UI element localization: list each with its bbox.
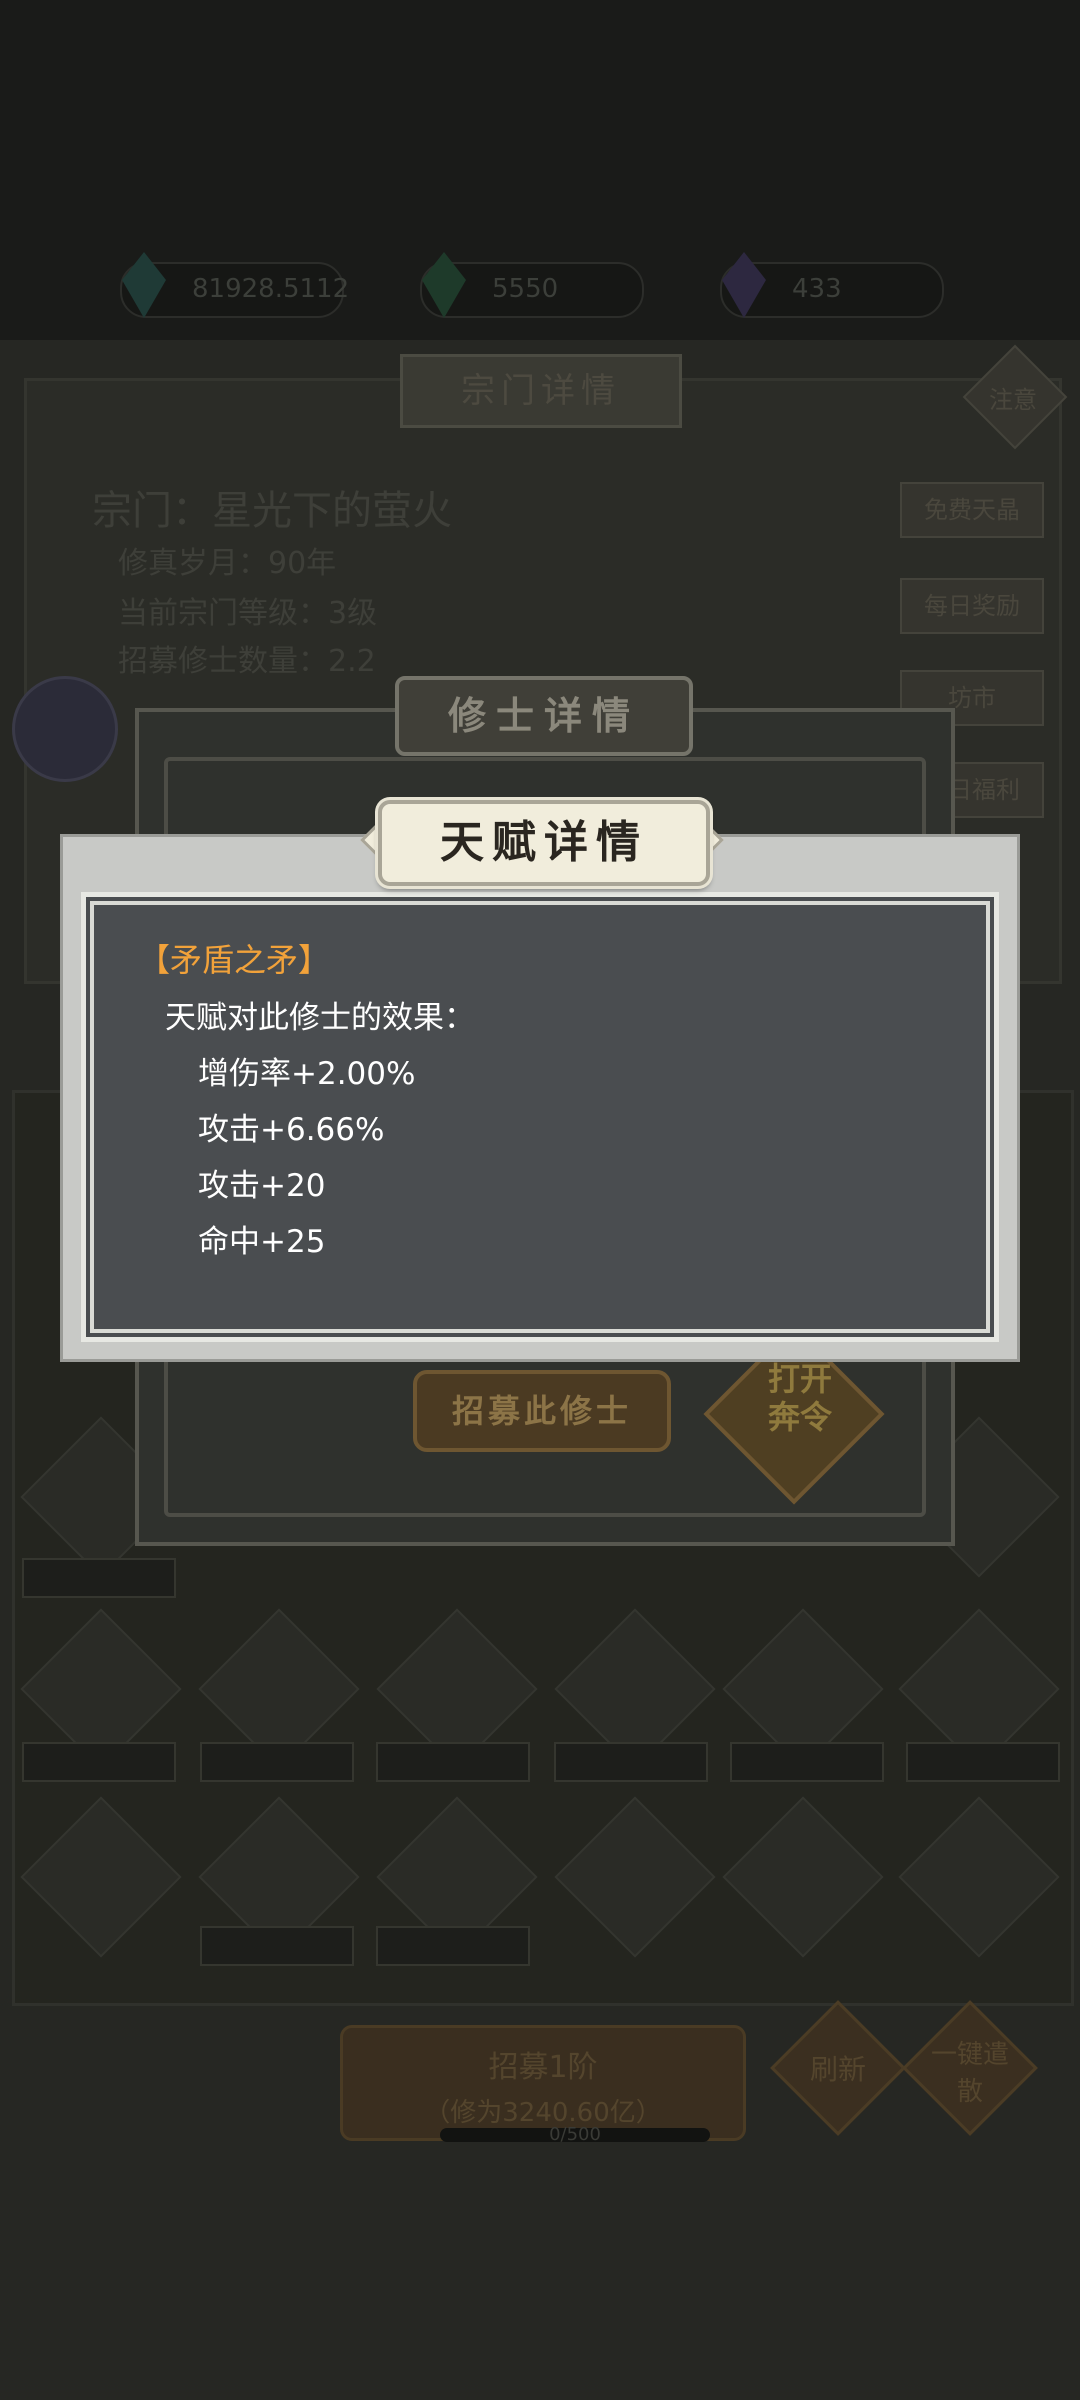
frame-corner (960, 1303, 999, 1342)
dismiss-all-label: 一键遣散 (930, 2040, 1009, 2107)
disciple-name-tag (22, 1742, 176, 1782)
jade-icon (422, 252, 466, 318)
effect-line: 命中+25 (198, 1224, 326, 1260)
effect-line: 增伤率+2.00% (198, 1056, 416, 1092)
disciple-count: 招募修士数量：2.2 (118, 644, 376, 679)
resource-crystal[interactable]: 433 (720, 252, 944, 318)
disciple-name-tag (376, 1742, 530, 1782)
current-level: 当前宗门等级：3级 (118, 596, 378, 631)
fight-button-label: 打开 奔令 (767, 1360, 832, 1436)
effect-header: 天赋对此修士的效果： (165, 1000, 475, 1036)
refresh-label: 刷新 (809, 2053, 866, 2086)
resource-value: 81928.5112 (192, 274, 350, 304)
recruit-tier-label: 招募1阶 (488, 2050, 598, 2085)
talent-name: 【矛盾之矛】 (138, 941, 331, 979)
disciple-name-tag (200, 1742, 354, 1782)
recruit-cultivator-button[interactable]: 招募此修士 (413, 1370, 671, 1452)
disciple-name-tag (554, 1742, 708, 1782)
crystal-icon (722, 252, 766, 318)
sect-panel-title: 宗门详情 (400, 354, 682, 428)
disciple-name-tag (22, 1558, 176, 1598)
effect-line: 攻击+6.66% (198, 1112, 385, 1148)
resource-value: 5550 (492, 274, 559, 304)
spirit-stone-icon (122, 252, 166, 318)
side-button-free-crystal[interactable]: 免费天晶 (900, 482, 1044, 538)
frame-corner (81, 892, 120, 931)
side-button-daily-reward[interactable]: 每日奖励 (900, 578, 1044, 634)
talent-detail-dialog (60, 834, 1020, 1362)
note-button-label: 注意 (989, 386, 1037, 414)
effect-line: 攻击+20 (198, 1168, 326, 1204)
resource-spirit-stone[interactable]: 81928.5112 (120, 252, 349, 318)
avatar[interactable] (12, 676, 118, 782)
frame-corner (960, 892, 999, 931)
talent-dialog-title: 天赋详情 (378, 800, 710, 886)
disciple-name-tag (200, 1926, 354, 1966)
cultivation-years: 修真岁月：90年 (118, 546, 337, 581)
disciple-name-tag (376, 1926, 530, 1966)
resource-value: 433 (792, 274, 842, 304)
frame-corner (81, 1303, 120, 1342)
recruit-progress-text: 0/500 (549, 2124, 601, 2145)
cultivator-dialog-title: 修士详情 (395, 676, 693, 756)
sect-name: 宗门：星光下的萤火 (92, 488, 452, 534)
resource-jade[interactable]: 5550 (420, 252, 644, 318)
disciple-name-tag (906, 1742, 1060, 1782)
disciple-name-tag (730, 1742, 884, 1782)
